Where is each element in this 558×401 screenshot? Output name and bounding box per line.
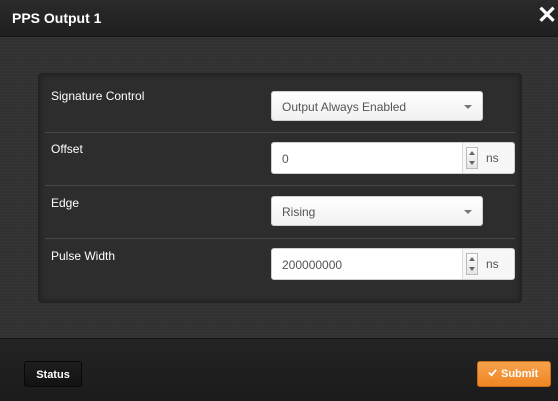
offset-label: Offset — [51, 142, 83, 156]
signature-control-value: Output Always Enabled — [282, 100, 407, 114]
edge-select[interactable]: Rising — [271, 196, 483, 226]
edge-label: Edge — [51, 196, 80, 210]
pulse-width-stepper[interactable] — [466, 253, 478, 275]
signature-control-label: Signature Control — [51, 89, 145, 103]
offset-value: 0 — [282, 152, 289, 166]
offset-stepper[interactable] — [466, 147, 478, 169]
dialog-titlebar: PPS Output 1 ✕ — [0, 0, 558, 37]
stepper-down-icon[interactable] — [469, 267, 475, 271]
dialog-footer: Status Submit — [0, 338, 558, 401]
chevron-down-icon — [464, 105, 472, 109]
check-icon — [488, 369, 497, 377]
stepper-down-icon[interactable] — [469, 161, 475, 165]
pulse-width-input[interactable]: 200000000 — [272, 249, 463, 279]
offset-unit: ns — [486, 151, 499, 165]
submit-button[interactable]: Submit — [477, 361, 551, 387]
stepper-up-icon[interactable] — [469, 257, 475, 261]
pps-output-dialog: PPS Output 1 ✕ Signature Control Output … — [0, 0, 558, 401]
settings-panel: Signature Control Output Always Enabled … — [38, 73, 522, 303]
offset-input-group: 0 ns — [271, 142, 515, 174]
chevron-down-icon — [464, 210, 472, 214]
edge-row: Edge Rising — [45, 186, 515, 239]
offset-row: Offset 0 ns — [45, 133, 515, 186]
stepper-up-icon[interactable] — [469, 151, 475, 155]
close-icon[interactable]: ✕ — [536, 2, 558, 30]
edge-value: Rising — [282, 205, 316, 219]
status-button[interactable]: Status — [24, 361, 82, 387]
pulse-width-label: Pulse Width — [51, 249, 116, 263]
signature-control-row: Signature Control Output Always Enabled — [45, 80, 515, 133]
pulse-width-input-group: 200000000 ns — [271, 248, 515, 280]
pulse-width-value: 200000000 — [282, 258, 343, 272]
pulse-width-unit: ns — [486, 257, 499, 271]
pulse-width-row: Pulse Width 200000000 ns — [45, 239, 515, 291]
signature-control-select[interactable]: Output Always Enabled — [271, 91, 483, 121]
dialog-title: PPS Output 1 — [12, 10, 102, 26]
offset-input[interactable]: 0 — [272, 143, 463, 173]
submit-label: Submit — [501, 368, 539, 380]
